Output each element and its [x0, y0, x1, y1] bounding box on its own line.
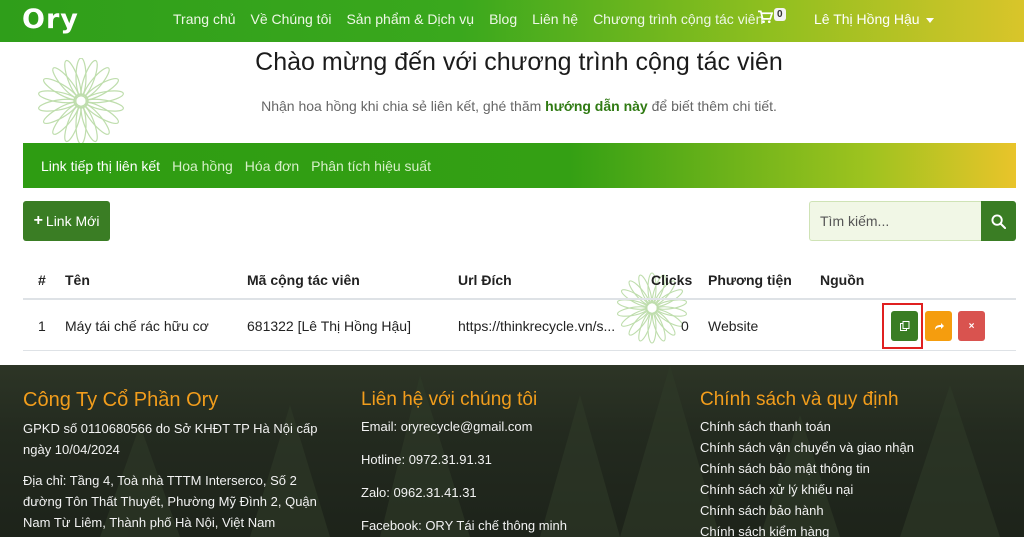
col-index: # [38, 272, 46, 288]
ory-logo[interactable]: Ory [22, 4, 79, 35]
cart-icon [758, 10, 773, 23]
policy-link-shipping[interactable]: Chính sách vận chuyển và giao nhận [700, 437, 914, 458]
user-name: Lê Thị Hồng Hậu [814, 11, 920, 27]
license-date: ngày 10/04/2024 [23, 442, 120, 457]
nav-affiliate[interactable]: Chương trình cộng tác viên [593, 11, 763, 27]
contact-hotline[interactable]: Hotline: 0972.31.91.31 [361, 449, 567, 470]
search-button[interactable] [981, 201, 1016, 241]
address-line: đường Tôn Thất Thuyết, Phường Mỹ Đình 2,… [23, 494, 317, 509]
col-source: Nguồn [820, 272, 865, 288]
cart-count-badge: 0 [774, 8, 786, 21]
row-clicks: 0 [681, 318, 689, 334]
footer-company: Công Ty Cổ Phần Ory GPKD số 0110680566 d… [23, 365, 317, 533]
share-icon [934, 323, 944, 330]
row-index: 1 [38, 318, 46, 334]
policy-link-warranty[interactable]: Chính sách bảo hành [700, 500, 914, 521]
col-clicks: Clicks [651, 272, 693, 288]
close-icon: × [968, 320, 975, 332]
share-link-button[interactable] [925, 311, 952, 341]
contact-title: Liên hệ với chúng tôi [361, 389, 538, 410]
footer-policy: Chính sách và quy định Chính sách thanh … [700, 365, 914, 537]
policy-link-privacy[interactable]: Chính sách bảo mật thông tin [700, 458, 914, 479]
subtitle-text: để biết thêm chi tiết. [647, 98, 777, 114]
tab-commission[interactable]: Hoa hồng [172, 158, 233, 174]
col-target-url: Url Đích [458, 272, 512, 288]
top-navbar: Ory Trang chủ Về Chúng tôi Sản phẩm & Dị… [0, 0, 1024, 42]
contact-email[interactable]: Email: oryrecycle@gmail.com [361, 416, 567, 437]
policy-title: Chính sách và quy định [700, 389, 899, 410]
footer-contact: Liên hệ với chúng tôi Email: oryrecycle@… [361, 365, 567, 536]
chevron-down-icon [925, 17, 934, 23]
row-name: Máy tái chế rác hữu cơ [65, 318, 209, 334]
copy-icon [899, 321, 909, 331]
row-medium: Website [708, 318, 759, 334]
new-link-button[interactable]: + Link Mới [23, 201, 110, 241]
footer: Công Ty Cổ Phần Ory GPKD số 0110680566 d… [0, 365, 1024, 537]
nav-about[interactable]: Về Chúng tôi [251, 11, 332, 27]
row-target-url[interactable]: https://thinkrecycle.vn/s... [458, 318, 615, 334]
policy-link-complaints[interactable]: Chính sách xử lý khiếu nại [700, 479, 914, 500]
nav-contact[interactable]: Liên hệ [532, 11, 578, 27]
search-icon [991, 213, 1006, 229]
table-row: 1 Máy tái chế rác hữu cơ 681322 [Lê Thị … [23, 301, 1016, 351]
nav-products[interactable]: Sản phẩm & Dịch vụ [346, 11, 474, 27]
company-title: Công Ty Cổ Phần Ory [23, 389, 219, 411]
tab-invoices[interactable]: Hóa đơn [245, 158, 299, 174]
affiliate-tabs: Link tiếp thị liên kết Hoa hồng Hóa đơn … [23, 143, 1016, 188]
address-line: Địa chỉ: Tầng 4, Toà nhà TTTM Interserco… [23, 473, 297, 488]
user-menu[interactable]: Lê Thị Hồng Hậu [814, 11, 934, 27]
tab-affiliate-links[interactable]: Link tiếp thị liên kết [41, 158, 160, 174]
tab-performance[interactable]: Phân tích hiệu suất [311, 158, 431, 174]
new-link-label: Link Mới [45, 213, 100, 229]
policy-link-payment[interactable]: Chính sách thanh toán [700, 416, 914, 437]
contact-zalo[interactable]: Zalo: 0962.31.41.31 [361, 482, 567, 503]
col-medium: Phương tiện [708, 272, 792, 288]
main-nav: Trang chủ Về Chúng tôi Sản phẩm & Dịch v… [173, 11, 778, 27]
nav-home[interactable]: Trang chủ [173, 11, 236, 27]
delete-link-button[interactable]: × [958, 311, 985, 341]
address-line: Nam Từ Liêm, Thành phố Hà Nội, Việt Nam [23, 515, 276, 530]
contact-facebook[interactable]: Facebook: ORY Tái chế thông minh [361, 515, 567, 536]
subtitle-text: Nhận hoa hồng khi chia sẻ liên kết, ghé … [261, 98, 546, 114]
copy-link-button[interactable] [891, 311, 918, 341]
plus-icon: + [33, 212, 43, 229]
row-affiliate-code: 681322 [Lê Thị Hồng Hậu] [247, 318, 411, 334]
page-subtitle: Nhận hoa hồng khi chia sẻ liên kết, ghé … [0, 98, 1024, 114]
search-box [809, 201, 1016, 241]
policy-link-inspection[interactable]: Chính sách kiểm hàng [700, 521, 914, 537]
col-affiliate-code: Mã cộng tác viên [247, 272, 360, 288]
search-input[interactable] [809, 201, 981, 241]
page-title: Chào mừng đến với chương trình cộng tác … [255, 48, 783, 76]
license-text: GPKD số 0110680566 do Sở KHĐT TP Hà Nội … [23, 421, 318, 436]
nav-blog[interactable]: Blog [489, 11, 517, 27]
col-name: Tên [65, 272, 90, 288]
table-header: # Tên Mã cộng tác viên Url Đích Clicks P… [23, 262, 1016, 300]
cart-button[interactable]: 0 [758, 8, 786, 24]
guide-link[interactable]: hướng dẫn này [545, 98, 648, 114]
